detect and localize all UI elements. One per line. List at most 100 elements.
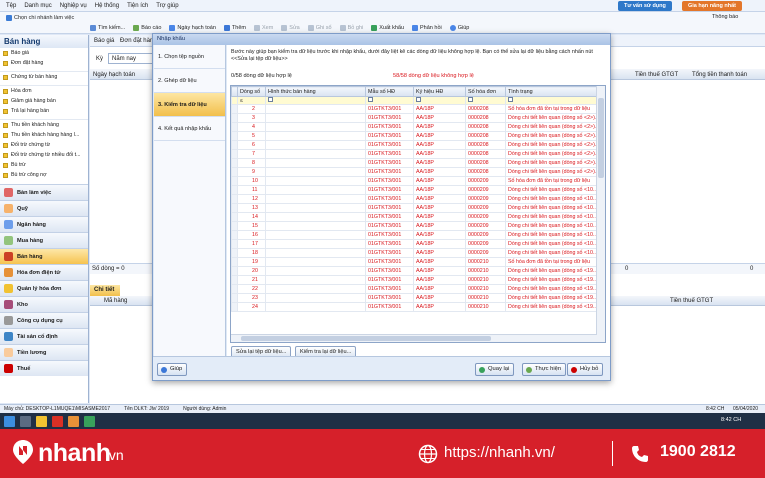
- menu-catalog[interactable]: Danh mục: [24, 3, 51, 9]
- sidebar-item-discount[interactable]: Giảm giá hàng bán: [0, 96, 88, 106]
- cell-sale-type[interactable]: [265, 239, 366, 249]
- cell-status[interactable]: Dòng chi tiết liên quan (dòng số <10...: [505, 194, 598, 204]
- module-desk[interactable]: Bàn làm việc: [0, 184, 88, 200]
- cell-invoice-symbol[interactable]: AA/18P: [413, 176, 466, 186]
- filter-cell[interactable]: [413, 96, 466, 105]
- browser-icon[interactable]: [52, 415, 63, 427]
- cell-sale-type[interactable]: [265, 131, 366, 141]
- execute-button[interactable]: Thực hiện: [522, 363, 567, 376]
- menu-file[interactable]: Tệp: [6, 3, 16, 9]
- cell-form-number[interactable]: 01GTKT3/001: [365, 230, 414, 240]
- table-row[interactable]: 3 01GTKT3/001 AA/18P 0000208 Dòng chi tiết l…: [231, 113, 598, 123]
- sidebar-item-order[interactable]: Đơn đặt hàng: [0, 58, 88, 68]
- cell-invoice-symbol[interactable]: AA/18P: [413, 257, 466, 267]
- cell-invoice-number[interactable]: 0000210: [465, 257, 506, 267]
- choose-branch-button[interactable]: Chọn chi nhánh làm việc: [6, 14, 74, 21]
- cell-row-number[interactable]: 2: [237, 104, 266, 114]
- cell-row-number[interactable]: 12: [237, 194, 266, 204]
- cell-row-number[interactable]: 17: [237, 239, 266, 249]
- cell-invoice-symbol[interactable]: AA/18P: [413, 302, 466, 312]
- cell-invoice-symbol[interactable]: AA/18P: [413, 248, 466, 258]
- table-row[interactable]: 10 01GTKT3/001 AA/18P 0000209 Số hóa đơn đã …: [231, 176, 598, 186]
- col-invoice-symbol[interactable]: Ký hiệu HĐ: [413, 86, 466, 97]
- edit-button[interactable]: Sửa: [281, 25, 300, 31]
- cell-form-number[interactable]: 01GTKT3/001: [365, 104, 414, 114]
- cell-sale-type[interactable]: [265, 221, 366, 231]
- cell-invoice-number[interactable]: 0000209: [465, 230, 506, 240]
- cell-invoice-number[interactable]: 0000210: [465, 302, 506, 312]
- module-invoice-mgmt[interactable]: Quản lý hóa đơn: [0, 280, 88, 296]
- post-button[interactable]: Ghi sổ: [307, 25, 332, 31]
- sidebar-item-invoice[interactable]: Hóa đơn: [0, 86, 88, 96]
- tab-detail[interactable]: Chi tiết: [90, 285, 120, 296]
- cell-status[interactable]: Dòng chi tiết liên quan (dòng số <2>)...: [505, 167, 598, 177]
- cell-status[interactable]: Dòng chi tiết liên quan (dòng số <10...: [505, 221, 598, 231]
- sidebar-item-debt-netting[interactable]: Bù trừ công nợ: [0, 170, 88, 180]
- cell-status[interactable]: Dòng chi tiết liên quan (dòng số <19...: [505, 266, 598, 276]
- cell-status[interactable]: Số hóa đơn đã tồn tại trong dữ liệu: [505, 176, 598, 186]
- cell-sale-type[interactable]: [265, 275, 366, 285]
- module-cash[interactable]: Quỹ: [0, 200, 88, 216]
- menu-utilities[interactable]: Tiện ích: [127, 3, 148, 9]
- cell-invoice-number[interactable]: 0000208: [465, 122, 506, 132]
- cell-status[interactable]: Dòng chi tiết liên quan (dòng số <19...: [505, 284, 598, 294]
- cell-invoice-number[interactable]: 0000208: [465, 131, 506, 141]
- hotline-number[interactable]: 1900 2812: [660, 443, 736, 461]
- cell-sale-type[interactable]: [265, 176, 366, 186]
- cell-sale-type[interactable]: [265, 149, 366, 159]
- cell-form-number[interactable]: 01GTKT3/001: [365, 266, 414, 276]
- filter-checkbox[interactable]: [416, 97, 421, 102]
- cell-row-number[interactable]: 19: [237, 257, 266, 267]
- cell-invoice-symbol[interactable]: AA/18P: [413, 122, 466, 132]
- table-row[interactable]: 13 01GTKT3/001 AA/18P 0000209 Dòng chi tiết …: [231, 203, 598, 213]
- cell-row-number[interactable]: 20: [237, 266, 266, 276]
- module-payroll[interactable]: Tiền lương: [0, 344, 88, 360]
- cell-invoice-symbol[interactable]: AA/18P: [413, 212, 466, 222]
- step-choose-source[interactable]: 1. Chọn tệp nguồn: [154, 45, 225, 69]
- back-button[interactable]: Quay lại: [475, 363, 515, 376]
- cell-invoice-number[interactable]: 0000208: [465, 167, 506, 177]
- menu-operations[interactable]: Nghiệp vụ: [60, 3, 87, 9]
- cell-form-number[interactable]: 01GTKT3/001: [365, 185, 414, 195]
- cell-form-number[interactable]: 01GTKT3/001: [365, 257, 414, 267]
- unpost-button[interactable]: Bỏ ghi: [339, 25, 363, 31]
- table-row[interactable]: 22 01GTKT3/001 AA/18P 0000210 Dòng chi tiết …: [231, 284, 598, 294]
- cell-form-number[interactable]: 01GTKT3/001: [365, 158, 414, 168]
- cell-form-number[interactable]: 01GTKT3/001: [365, 167, 414, 177]
- cell-form-number[interactable]: 01GTKT3/001: [365, 239, 414, 249]
- table-row[interactable]: 14 01GTKT3/001 AA/18P 0000209 Dòng chi tiết …: [231, 212, 598, 222]
- cell-status[interactable]: Dòng chi tiết liên quan (dòng số <2>)...: [505, 113, 598, 123]
- tab-quote[interactable]: Báo giá: [94, 38, 114, 44]
- cell-invoice-number[interactable]: 0000208: [465, 149, 506, 159]
- cell-row-number[interactable]: 10: [237, 176, 266, 186]
- menu-system[interactable]: Hệ thống: [95, 3, 119, 9]
- cell-row-number[interactable]: 8: [237, 158, 266, 168]
- step-result[interactable]: 4. Kết quả nhập khẩu: [154, 117, 225, 141]
- cell-sale-type[interactable]: [265, 203, 366, 213]
- table-row[interactable]: 17 01GTKT3/001 AA/18P 0000209 Dòng chi tiết …: [231, 239, 598, 249]
- col-invoice-number[interactable]: Số hóa đơn: [465, 86, 506, 97]
- module-sales[interactable]: Bán hàng: [0, 248, 88, 264]
- windows-start-icon[interactable]: [4, 415, 15, 427]
- cell-invoice-symbol[interactable]: AA/18P: [413, 185, 466, 195]
- cell-invoice-symbol[interactable]: AA/18P: [413, 104, 466, 114]
- table-row[interactable]: 20 01GTKT3/001 AA/18P 0000210 Dòng chi tiết …: [231, 266, 598, 276]
- cell-invoice-symbol[interactable]: AA/18P: [413, 239, 466, 249]
- cell-row-number[interactable]: 24: [237, 302, 266, 312]
- cell-invoice-symbol[interactable]: AA/18P: [413, 221, 466, 231]
- cell-status[interactable]: Dòng chi tiết liên quan (dòng số <19...: [505, 293, 598, 303]
- cell-invoice-symbol[interactable]: AA/18P: [413, 149, 466, 159]
- cell-form-number[interactable]: 01GTKT3/001: [365, 176, 414, 186]
- table-row[interactable]: 4 01GTKT3/001 AA/18P 0000208 Dòng chi tiết l…: [231, 122, 598, 132]
- cell-status[interactable]: Dòng chi tiết liên quan (dòng số <2>)...: [505, 158, 598, 168]
- posting-date-button[interactable]: Ngày hạch toán: [169, 25, 216, 31]
- cell-form-number[interactable]: 01GTKT3/001: [365, 122, 414, 132]
- export-button[interactable]: Xuất khẩu: [371, 25, 404, 31]
- cell-row-number[interactable]: 6: [237, 140, 266, 150]
- cell-row-number[interactable]: 15: [237, 221, 266, 231]
- cell-row-number[interactable]: 4: [237, 122, 266, 132]
- col-status[interactable]: Tình trạng: [505, 86, 598, 97]
- sidebar-item-offset-multi[interactable]: Đối trừ chứng từ nhiều đối t...: [0, 150, 88, 160]
- sidebar-item-quote[interactable]: Báo giá: [0, 48, 88, 58]
- cell-sale-type[interactable]: [265, 230, 366, 240]
